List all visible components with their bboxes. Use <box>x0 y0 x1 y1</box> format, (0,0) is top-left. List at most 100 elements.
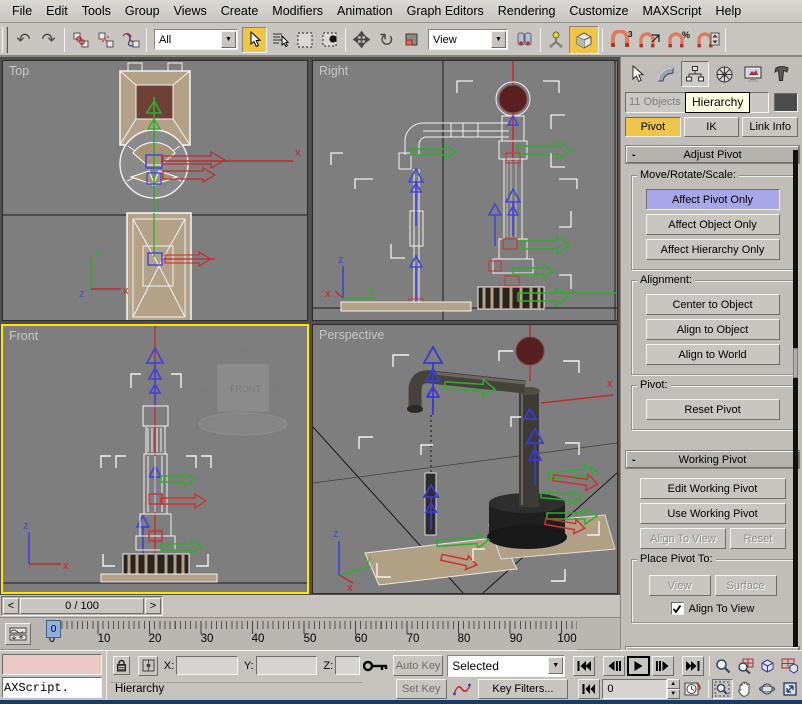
maxscript-mini-listener[interactable] <box>2 654 102 675</box>
x-coordinate-field[interactable] <box>176 656 238 675</box>
menu-create[interactable]: Create <box>214 1 266 21</box>
toolbar-grip[interactable] <box>2 26 8 53</box>
subtab-link-info[interactable]: Link Info <box>742 117 799 137</box>
time-slider-track[interactable]: < 0 / 100 > <box>1 596 163 616</box>
viewport-front-label[interactable]: Front <box>9 329 38 343</box>
auto-key-button[interactable]: Auto Key <box>393 655 444 676</box>
default-tangent-button[interactable] <box>451 679 474 699</box>
redo-button[interactable]: ↷ <box>36 27 61 53</box>
select-and-manipulate-button[interactable] <box>544 27 569 53</box>
panel-scrollbar[interactable] <box>793 150 798 647</box>
menu-rendering[interactable]: Rendering <box>491 1 563 21</box>
center-to-object-button[interactable]: Center to Object <box>645 294 780 315</box>
affect-object-only-button[interactable]: Affect Object Only <box>645 214 780 235</box>
reset-working-pivot-button[interactable]: Reset <box>730 528 786 549</box>
tab-hierarchy[interactable] <box>681 61 709 87</box>
use-working-pivot-button[interactable]: Use Working Pivot <box>639 503 786 524</box>
viewport-right[interactable]: z y x Right <box>312 60 618 321</box>
place-pivot-surface-button[interactable]: Surface <box>714 575 777 596</box>
window-crossing-button[interactable] <box>317 27 342 53</box>
select-and-scale-button[interactable] <box>399 27 424 53</box>
tab-motion[interactable] <box>710 61 738 87</box>
time-configuration-button[interactable] <box>683 679 703 699</box>
tab-display[interactable] <box>739 61 767 87</box>
zoom-extents-button[interactable] <box>758 656 778 676</box>
menu-help[interactable]: Help <box>709 1 749 21</box>
tab-create[interactable] <box>623 61 651 87</box>
panel-scrollbar-thumb[interactable] <box>793 348 798 378</box>
current-frame-marker[interactable]: 0 <box>46 620 61 638</box>
angle-snap-toggle-button[interactable] <box>635 27 664 53</box>
menu-tools[interactable]: Tools <box>75 1 118 21</box>
percent-snap-toggle-button[interactable]: % <box>664 27 693 53</box>
orbit-view-button[interactable] <box>757 679 777 699</box>
rectangular-selection-region-button[interactable] <box>292 27 317 53</box>
affect-hierarchy-only-button[interactable]: Affect Hierarchy Only <box>645 239 780 260</box>
select-and-move-button[interactable] <box>349 27 374 53</box>
pan-view-button[interactable] <box>735 679 755 699</box>
time-slider-prev-button[interactable]: < <box>3 598 19 614</box>
subtab-ik[interactable]: IK <box>683 117 740 137</box>
key-mode-toggle-button[interactable] <box>577 678 601 699</box>
current-frame-field[interactable]: 0 <box>602 678 667 699</box>
maximize-viewport-toggle[interactable] <box>780 679 800 699</box>
snaps-toggle-button[interactable]: 3 <box>606 27 635 53</box>
spinner-down-icon[interactable]: ▼ <box>666 688 680 699</box>
keyboard-override-toggle[interactable] <box>569 25 599 54</box>
align-to-view-button[interactable]: Align To View <box>639 528 727 549</box>
dropdown-arrow-icon[interactable]: ▼ <box>491 31 506 48</box>
tab-modify[interactable] <box>652 61 680 87</box>
object-color-swatch[interactable] <box>774 93 798 112</box>
viewport-top[interactable]: x y x z Top <box>2 60 308 321</box>
key-filters-button[interactable]: Key Filters... <box>478 678 568 699</box>
go-to-start-button[interactable] <box>572 655 596 676</box>
bind-to-spacewarp-button[interactable] <box>118 27 143 53</box>
menu-graph-editors[interactable]: Graph Editors <box>400 1 491 21</box>
menu-maxscript[interactable]: MAXScript <box>635 1 708 21</box>
selection-filter-dropdown[interactable]: All ▼ <box>154 29 238 50</box>
select-and-link-button[interactable] <box>68 27 93 53</box>
set-keys-button[interactable] <box>360 653 391 679</box>
mini-curve-editor-button[interactable] <box>5 623 31 645</box>
go-to-end-button[interactable] <box>681 655 705 676</box>
viewport-perspective-label[interactable]: Perspective <box>319 328 384 342</box>
menu-modifiers[interactable]: Modifiers <box>265 1 330 21</box>
previous-frame-button[interactable] <box>603 655 626 676</box>
undo-button[interactable]: ↶ <box>11 27 36 53</box>
tab-utilities[interactable] <box>768 61 796 87</box>
set-key-button[interactable]: Set Key <box>395 678 447 699</box>
absolute-offset-mode-toggle[interactable] <box>138 655 158 676</box>
viewport-top-label[interactable]: Top <box>9 64 29 78</box>
next-frame-button[interactable] <box>651 655 674 676</box>
dropdown-arrow-icon[interactable]: ▼ <box>548 657 564 674</box>
align-to-view-checkbox[interactable] <box>670 602 684 615</box>
rollout-working-pivot-header[interactable]: - Working Pivot <box>625 450 800 469</box>
frame-spinner[interactable]: ▲ ▼ <box>666 678 680 699</box>
menu-animation[interactable]: Animation <box>330 1 400 21</box>
reset-pivot-button[interactable]: Reset Pivot <box>645 399 780 420</box>
dropdown-arrow-icon[interactable]: ▼ <box>221 31 236 48</box>
spinner-snap-toggle-button[interactable] <box>693 27 722 53</box>
rollout-adjust-pivot-header[interactable]: - Adjust Pivot <box>625 145 800 164</box>
zoom-extents-all-button[interactable] <box>780 656 800 676</box>
align-to-object-button[interactable]: Align to Object <box>645 319 780 340</box>
zoom-region-button[interactable] <box>712 678 733 699</box>
z-coordinate-field[interactable] <box>335 656 361 675</box>
reference-coordinate-dropdown[interactable]: View ▼ <box>428 29 508 50</box>
menu-group[interactable]: Group <box>118 1 167 21</box>
menu-customize[interactable]: Customize <box>562 1 635 21</box>
use-pivot-point-center-button[interactable] <box>512 27 537 53</box>
menu-views[interactable]: Views <box>167 1 214 21</box>
selection-lock-toggle[interactable] <box>113 656 131 675</box>
edit-working-pivot-button[interactable]: Edit Working Pivot <box>639 478 786 499</box>
play-animation-button[interactable] <box>627 655 650 676</box>
spinner-up-icon[interactable]: ▲ <box>666 678 680 689</box>
menu-edit[interactable]: Edit <box>39 1 75 21</box>
y-coordinate-field[interactable] <box>255 656 318 675</box>
align-to-world-button[interactable]: Align to World <box>645 344 780 365</box>
select-object-button[interactable] <box>242 26 267 53</box>
viewport-perspective[interactable]: x z y x Perspective <box>312 324 618 594</box>
subtab-pivot[interactable]: Pivot <box>625 117 681 137</box>
zoom-button[interactable] <box>713 656 733 676</box>
time-slider-handle[interactable]: 0 / 100 <box>20 598 144 614</box>
